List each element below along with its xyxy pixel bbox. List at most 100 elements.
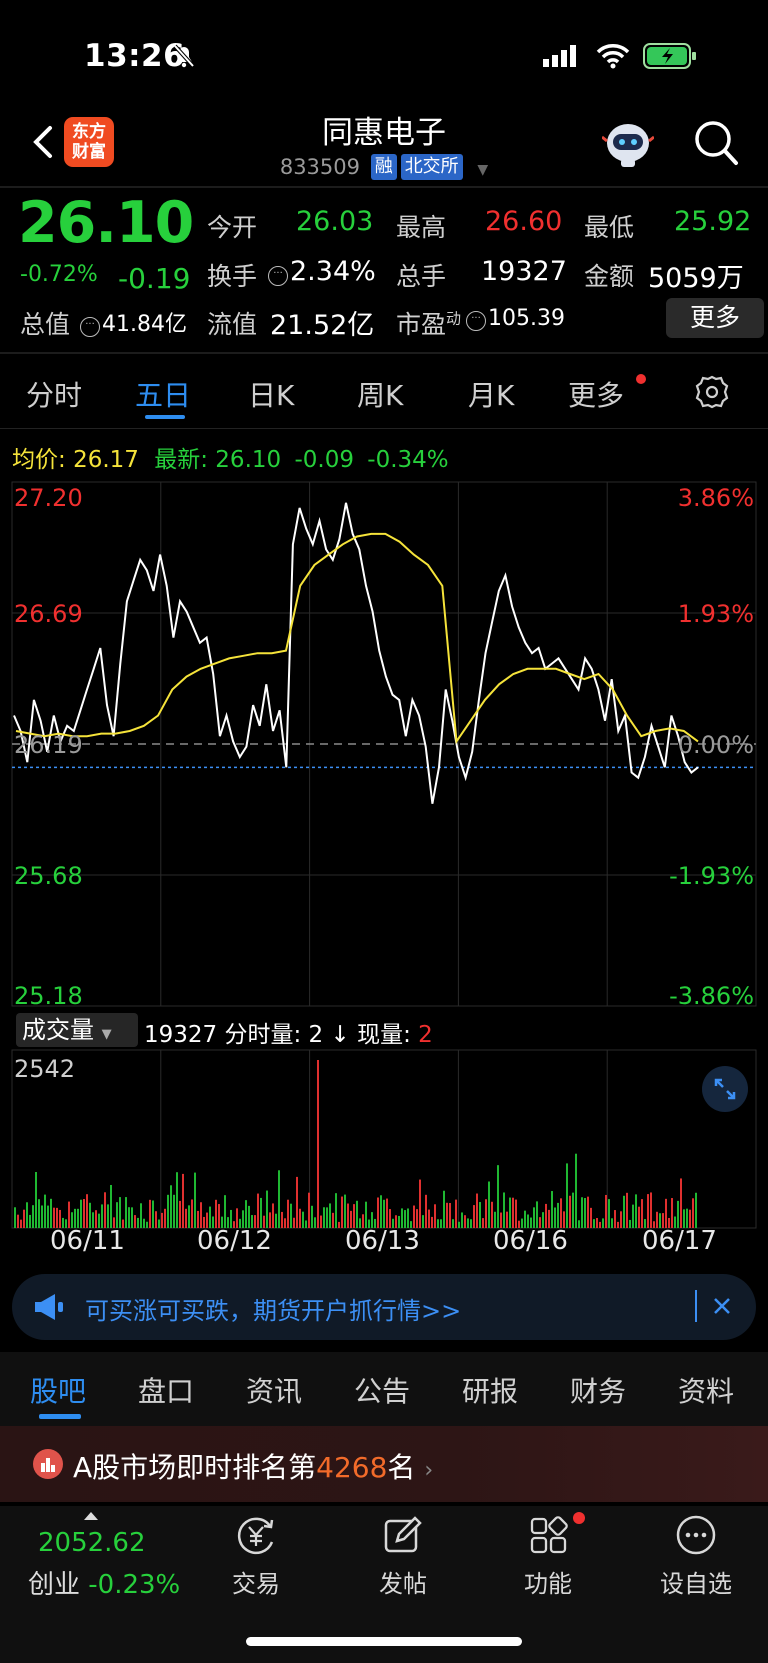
pe-label: 市盈	[396, 310, 447, 339]
volume-bar	[422, 1215, 424, 1228]
volume-bar	[152, 1200, 154, 1228]
volume-bar	[671, 1198, 673, 1228]
volume-bar	[545, 1203, 547, 1228]
wifi-icon	[596, 44, 630, 69]
volume-bar	[473, 1205, 475, 1228]
volume-bar	[266, 1190, 268, 1228]
volume-bar	[419, 1179, 421, 1228]
dropdown-arrow-icon: ▼	[101, 1027, 112, 1042]
volume-bar	[194, 1172, 196, 1228]
status-bar: 13:26	[0, 0, 768, 110]
volume-bar	[464, 1215, 466, 1228]
volume-bar	[296, 1176, 298, 1228]
volume-bar	[560, 1198, 562, 1228]
volume-bar	[692, 1198, 694, 1228]
five-day-chart[interactable]: 27.20 26.69 26.19 25.68 25.18 3.86% 1.93% 0.00%…	[0, 470, 768, 1240]
x-axis-label: 06/13	[345, 1226, 420, 1256]
index-line[interactable]: 创业 -0.23%	[28, 1564, 180, 1601]
volume-bar	[344, 1194, 346, 1228]
volume-bar	[326, 1207, 328, 1228]
promo-banner-text[interactable]: 可买涨可买跌，期货开户抓行情>>	[85, 1291, 461, 1326]
volume-bar	[554, 1207, 556, 1228]
volume-bar	[449, 1202, 451, 1228]
pe-value: 105.39	[488, 306, 565, 331]
post-edit-icon[interactable]	[383, 1515, 423, 1555]
nav-trade[interactable]: 交易	[201, 1564, 311, 1599]
nav-add-watchlist[interactable]: 设自选	[641, 1564, 751, 1599]
float-value: 21.52亿	[270, 310, 375, 341]
tab-more[interactable]: 更多	[568, 374, 624, 414]
y-axis-label-left: 25.68	[14, 862, 83, 890]
volume-bar	[377, 1197, 379, 1228]
volume-bar	[149, 1199, 151, 1228]
more-circle-icon[interactable]	[675, 1514, 717, 1556]
volume-bar	[176, 1172, 178, 1228]
volume-bar	[356, 1200, 358, 1228]
tab-daily-k[interactable]: 日K	[248, 374, 294, 414]
x-axis-label: 06/16	[493, 1226, 568, 1256]
tab-research[interactable]: 研报	[462, 1370, 518, 1410]
volume-bar	[209, 1206, 211, 1228]
tab-monthly-k[interactable]: 月K	[468, 374, 514, 414]
nav-functions[interactable]: 功能	[493, 1564, 603, 1599]
robot-assistant-icon[interactable]	[602, 117, 654, 169]
volume-bar	[245, 1200, 247, 1228]
tab-news[interactable]: 资讯	[246, 1370, 302, 1410]
volume-bar	[608, 1199, 610, 1228]
volume-bar	[440, 1219, 442, 1228]
tab-five-day[interactable]: 五日	[135, 374, 191, 414]
volume-bar	[188, 1205, 190, 1228]
nav-post[interactable]: 发帖	[348, 1564, 458, 1599]
search-icon[interactable]	[692, 118, 740, 168]
expand-chart-icon[interactable]	[702, 1066, 748, 1112]
volume-bar	[287, 1199, 289, 1228]
rank-text[interactable]: A股市场即时排名第4268名 ›	[73, 1446, 433, 1486]
volume-bar	[140, 1203, 142, 1228]
settings-gear-icon[interactable]	[694, 374, 730, 410]
tab-guba[interactable]: 股吧	[30, 1370, 86, 1410]
active-section-indicator	[39, 1414, 81, 1419]
exchange-tag: 北交所	[400, 154, 463, 180]
tab-announcements[interactable]: 公告	[354, 1370, 410, 1410]
volume-bar	[476, 1193, 478, 1228]
more-quote-button[interactable]: 更多	[666, 298, 764, 338]
tab-intraday[interactable]: 分时	[26, 374, 82, 414]
volume-bar	[164, 1208, 166, 1228]
low-value: 25.92	[674, 206, 752, 237]
volume-bar	[461, 1212, 463, 1228]
mute-bell-icon	[173, 44, 195, 68]
turnover-value-wrap[interactable]: ··· 2.34%	[268, 256, 376, 287]
volume-max-label: 2542	[14, 1055, 76, 1083]
volume-bar	[320, 1215, 322, 1228]
tab-weekly-k[interactable]: 周K	[357, 374, 403, 414]
tab-financials[interactable]: 财务	[570, 1370, 626, 1410]
volume-bar	[29, 1214, 31, 1228]
volume-bar	[509, 1197, 511, 1228]
home-indicator	[246, 1637, 522, 1646]
volume-bar	[650, 1192, 652, 1228]
y-axis-label-right: 3.86%	[678, 484, 754, 512]
index-value[interactable]: 2052.62	[38, 1528, 146, 1558]
volume-bar	[173, 1194, 175, 1228]
volume-bar	[191, 1199, 193, 1228]
close-icon[interactable]	[712, 1296, 732, 1316]
tab-profile[interactable]: 资料	[678, 1370, 734, 1410]
pe-value-wrap[interactable]: ··· 105.39	[466, 306, 565, 331]
notification-dot	[636, 374, 646, 384]
volume-bar	[665, 1198, 667, 1228]
margin-tag: 融	[370, 154, 397, 180]
mktcap-value-wrap[interactable]: ··· 41.84亿	[80, 306, 187, 338]
volume-total: 19327	[144, 1022, 218, 1048]
volume-bar	[47, 1205, 49, 1228]
volume-bar	[503, 1192, 505, 1228]
functions-grid-icon[interactable]	[529, 1516, 569, 1556]
volume-bar	[635, 1194, 637, 1228]
volume-bar	[425, 1194, 427, 1228]
trade-yen-icon[interactable]	[234, 1514, 278, 1558]
volume-indicator-select[interactable]: 成交量 ▼	[16, 1013, 138, 1047]
tab-order-book[interactable]: 盘口	[138, 1370, 194, 1410]
volume-bar	[338, 1221, 340, 1228]
chart-info-line: 均价: 26.17 最新: 26.10 -0.09 -0.34%	[12, 440, 449, 474]
rank-prefix: A股市场即时排名第	[73, 1451, 317, 1484]
volume-bar	[116, 1202, 118, 1228]
